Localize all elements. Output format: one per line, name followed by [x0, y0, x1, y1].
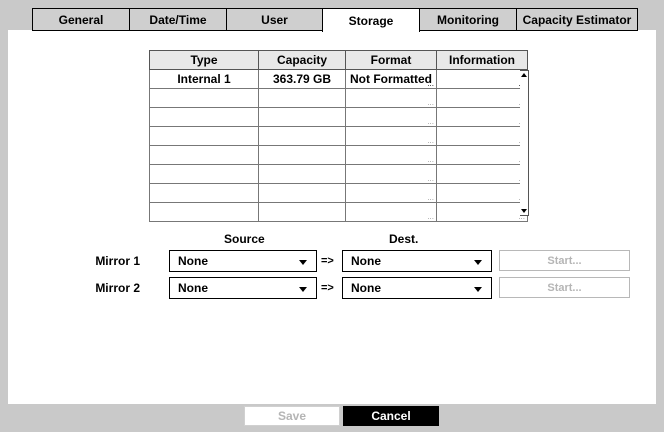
cell-type	[149, 88, 259, 108]
cell-information: ...	[436, 69, 528, 89]
column-header-capacity: Capacity	[258, 50, 346, 70]
mirror-1-label: Mirror 1	[95, 254, 140, 268]
tab-general[interactable]: General	[32, 8, 130, 31]
cell-information: ...	[436, 164, 528, 184]
table-row[interactable]: ......	[149, 126, 528, 146]
mirror-1-start-button[interactable]: Start...	[499, 250, 630, 271]
cell-information: ...	[436, 145, 528, 165]
cell-value: Not Formatted	[350, 72, 432, 86]
table-row[interactable]: ......	[149, 164, 528, 184]
cell-capacity	[258, 126, 346, 146]
cell-information: ...	[436, 183, 528, 203]
source-column-label: Source	[224, 232, 265, 246]
table-row[interactable]: ......	[149, 88, 528, 108]
more-icon[interactable]: ...	[427, 156, 434, 164]
cell-type	[149, 107, 259, 127]
tab-user[interactable]: User	[226, 8, 323, 31]
cell-format: ...	[345, 88, 437, 108]
cell-information: ...	[436, 107, 528, 127]
mirror-1-dest-dropdown[interactable]: None	[342, 250, 492, 272]
chevron-down-icon	[474, 287, 482, 292]
cell-capacity	[258, 164, 346, 184]
table-row[interactable]: Internal 1 363.79 GB Not Formatted......	[149, 69, 528, 89]
more-icon[interactable]: ...	[427, 80, 434, 88]
more-icon[interactable]: ...	[427, 175, 434, 183]
cell-value: 363.79 GB	[272, 72, 332, 86]
mirror-2-dest-dropdown[interactable]: None	[342, 277, 492, 299]
table-row[interactable]: ......	[149, 145, 528, 165]
column-header-type: Type	[149, 50, 259, 70]
cell-capacity	[258, 202, 346, 222]
cell-format: ...	[345, 107, 437, 127]
more-icon[interactable]: ...	[427, 194, 434, 202]
mirror-1-source-dropdown[interactable]: None	[169, 250, 317, 272]
cell-format: ...	[345, 164, 437, 184]
cell-information: ...	[436, 202, 528, 222]
chevron-down-icon	[299, 260, 307, 265]
cancel-button[interactable]: Cancel	[343, 406, 439, 426]
table-row[interactable]: ......	[149, 202, 528, 222]
mirror-1-arrow: =>	[321, 255, 334, 267]
mirror-2-source-dropdown[interactable]: None	[169, 277, 317, 299]
more-icon[interactable]: ...	[427, 213, 434, 221]
table-row[interactable]: ......	[149, 107, 528, 127]
cell-type	[149, 126, 259, 146]
chevron-down-icon	[474, 260, 482, 265]
cell-format: ...	[345, 145, 437, 165]
cell-capacity	[258, 88, 346, 108]
table-header-row: Type Capacity Format Information	[149, 50, 528, 70]
dest-column-label: Dest.	[389, 232, 419, 246]
mirror-2-source-value: None	[178, 281, 208, 295]
mirror-2-start-button[interactable]: Start...	[499, 277, 630, 298]
more-icon[interactable]: ...	[427, 137, 434, 145]
table-scrollbar[interactable]	[520, 70, 529, 216]
more-icon[interactable]: ...	[427, 118, 434, 126]
more-icon[interactable]: ...	[427, 99, 434, 107]
mirror-2-dest-value: None	[351, 281, 381, 295]
mirror-1-dest-value: None	[351, 254, 381, 268]
mirror-2-arrow: =>	[321, 282, 334, 294]
cell-information: ...	[436, 88, 528, 108]
column-header-information: Information	[436, 50, 528, 70]
cell-capacity	[258, 107, 346, 127]
table-row[interactable]: ......	[149, 183, 528, 203]
cell-capacity	[258, 145, 346, 165]
tab-monitoring[interactable]: Monitoring	[419, 8, 517, 31]
cell-format: Not Formatted...	[345, 69, 437, 89]
cell-type	[149, 183, 259, 203]
cell-type: Internal 1	[149, 69, 259, 89]
scroll-up-icon[interactable]	[521, 73, 527, 77]
cell-information: ...	[436, 126, 528, 146]
tab-bar: General Date/Time User Storage Monitorin…	[8, 0, 656, 32]
cell-type	[149, 145, 259, 165]
cell-format: ...	[345, 183, 437, 203]
cell-format: ...	[345, 202, 437, 222]
tab-date-time[interactable]: Date/Time	[129, 8, 227, 31]
cell-format: ...	[345, 126, 437, 146]
cell-capacity: 363.79 GB	[258, 69, 346, 89]
tab-storage[interactable]: Storage	[322, 8, 420, 32]
scroll-down-icon[interactable]	[521, 209, 527, 213]
cell-capacity	[258, 183, 346, 203]
mirror-2-label: Mirror 2	[95, 281, 140, 295]
cell-type	[149, 202, 259, 222]
tab-capacity-estimator[interactable]: Capacity Estimator	[516, 8, 638, 31]
cell-type	[149, 164, 259, 184]
mirror-1-source-value: None	[178, 254, 208, 268]
save-button[interactable]: Save	[244, 406, 340, 426]
cell-value: Internal 1	[177, 72, 231, 86]
chevron-down-icon	[299, 287, 307, 292]
column-header-format: Format	[345, 50, 437, 70]
storage-table: Type Capacity Format Information Interna…	[149, 50, 528, 222]
